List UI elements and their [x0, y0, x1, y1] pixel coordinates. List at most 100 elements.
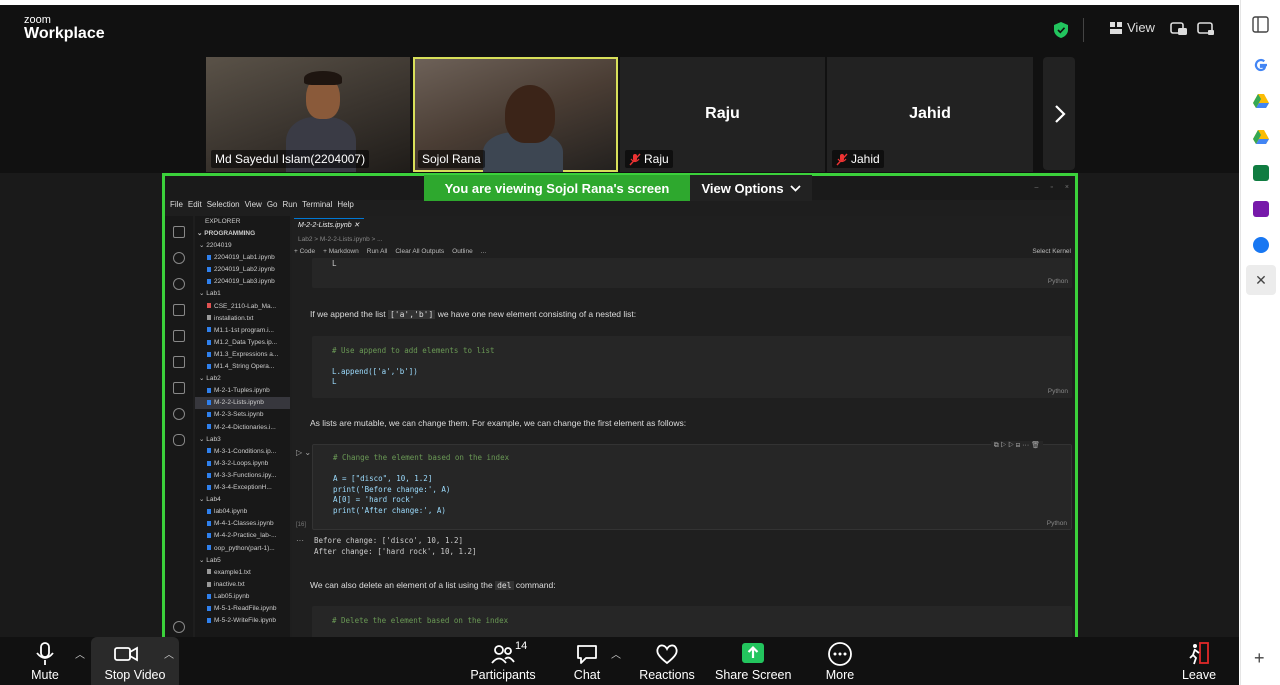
testing-icon[interactable] [173, 382, 185, 394]
video-tile-1[interactable]: Md Sayedul Islam(2204007) [206, 57, 410, 172]
google-drive-icon-2[interactable] [1253, 129, 1269, 144]
explorer-file[interactable]: M-4-2-Practice_lab-... [195, 530, 290, 542]
cell-language[interactable]: Python [1048, 388, 1068, 395]
menu-item-selection[interactable]: Selection [207, 200, 240, 214]
explorer-folder[interactable]: ⌄ 2204019 [195, 240, 290, 252]
explorer-file[interactable]: lab04.ipynb [195, 506, 290, 518]
menu-item-run[interactable]: Run [282, 200, 297, 214]
video-tile-2-active-speaker[interactable]: Sojol Rana [413, 57, 618, 172]
code-cell-append[interactable]: # Use append to add elements to list L.a… [312, 336, 1072, 398]
menu-item-view[interactable]: View [245, 200, 262, 214]
code-cell-delete[interactable]: # Delete the element based on the index [312, 606, 1072, 637]
explorer-icon[interactable] [173, 226, 185, 238]
code-cell-prev[interactable]: L Python [312, 258, 1072, 288]
markdown-cell-2[interactable]: As lists are mutable, we can change them… [310, 418, 686, 428]
source-control-icon[interactable] [173, 278, 185, 290]
code-cell-change[interactable]: ⧉ ▷ ▷ ⊟ ··· 🗑 Python # Change the elemen… [312, 441, 1072, 530]
explorer-file[interactable]: M1.2_Data Types.ip... [195, 337, 290, 349]
notebook-toolbar-item[interactable]: Outline [452, 248, 473, 255]
google-drive-icon[interactable] [1253, 93, 1269, 108]
menu-item-help[interactable]: Help [337, 200, 353, 214]
docker-icon[interactable] [173, 408, 185, 420]
explorer-file[interactable]: example1.txt [195, 567, 290, 579]
search-icon[interactable] [173, 252, 185, 264]
explorer-file[interactable]: M-3-1-Conditions.ip... [195, 446, 290, 458]
explorer-file[interactable]: inactive.txt [195, 579, 290, 591]
video-tile-4[interactable]: Jahid Jahid [827, 57, 1033, 172]
chat-button[interactable]: Chat [566, 637, 608, 685]
notebook-toolbar-item[interactable]: + Code [294, 248, 315, 255]
onenote-icon[interactable] [1253, 201, 1269, 217]
video-options-caret[interactable]: ︿ [164, 646, 174, 661]
explorer-file[interactable]: CSE_2110-Lab_Ma... [195, 301, 290, 313]
explorer-file[interactable]: M-2-2-Lists.ipynb [195, 397, 290, 410]
output-menu-icon[interactable]: ··· [296, 536, 304, 545]
notebook-toolbar-item[interactable]: + Markdown [323, 248, 359, 255]
account-icon[interactable] [173, 621, 185, 633]
excel-icon[interactable] [1253, 165, 1269, 181]
explorer-file[interactable]: M-2-3-Sets.ipynb [195, 409, 290, 421]
close-tab-icon[interactable]: ✕ [354, 222, 360, 229]
explorer-file[interactable]: M1.4_String Opera... [195, 361, 290, 373]
cell-language[interactable]: Python [1048, 278, 1068, 285]
next-page-button[interactable] [1043, 57, 1075, 170]
explorer-folder[interactable]: ⌄ Lab1 [195, 288, 290, 300]
python-icon[interactable] [173, 434, 185, 446]
workspace-name[interactable]: ⌄ PROGRAMMING [197, 228, 292, 240]
facebook-icon[interactable] [1253, 237, 1269, 253]
google-icon[interactable] [1253, 57, 1269, 73]
close-icon[interactable]: × [1065, 184, 1069, 191]
explorer-file[interactable]: M-3-2-Loops.ipynb [195, 458, 290, 470]
explorer-file[interactable]: M-2-4-Dictionaries.i... [195, 422, 290, 434]
chat-options-caret[interactable]: ︿ [611, 646, 621, 661]
run-debug-icon[interactable] [173, 304, 185, 316]
explorer-file[interactable]: 2204019_Lab2.ipynb [195, 264, 290, 276]
close-sidebar-app-icon[interactable]: ✕ [1246, 265, 1276, 295]
markdown-cell-1[interactable]: If we append the list ['a','b'] we have … [310, 309, 636, 319]
cell-toolbar[interactable]: ⧉ ▷ ▷ ⊟ ··· 🗑 [990, 441, 1043, 450]
menu-item-edit[interactable]: Edit [188, 200, 202, 214]
markdown-cell-3[interactable]: We can also delete an element of a list … [310, 580, 556, 590]
menu-item-file[interactable]: File [170, 200, 183, 214]
explorer-file[interactable]: oop_python(part-1)... [195, 543, 290, 555]
explorer-file[interactable]: 2204019_Lab1.ipynb [195, 252, 290, 264]
tab-notebook[interactable]: M-2-2-Lists.ipynb ✕ [294, 218, 364, 232]
view-button[interactable]: View [1110, 20, 1155, 35]
explorer-folder[interactable]: ⌄ Lab2 [195, 373, 290, 385]
stop-video-button[interactable]: Stop Video [91, 637, 179, 685]
explorer-file[interactable]: installation.txt [195, 313, 290, 325]
explorer-file[interactable]: M-3-3-Functions.ipy... [195, 470, 290, 482]
notebook-toolbar-item[interactable]: ... [481, 248, 486, 255]
select-kernel-button[interactable]: Select Kernel [1032, 248, 1071, 255]
extensions-icon[interactable] [173, 330, 185, 342]
explorer-file[interactable]: M1.3_Expressions a... [195, 349, 290, 361]
maximize-icon[interactable]: ▫ [1050, 184, 1052, 191]
audio-options-caret[interactable]: ︿ [75, 646, 85, 661]
video-tile-3[interactable]: Raju Raju [620, 57, 825, 172]
leave-button[interactable]: Leave [1180, 637, 1218, 685]
explorer-folder[interactable]: ⌄ Lab5 [195, 555, 290, 567]
sidebar-toggle-icon[interactable] [1252, 16, 1269, 33]
pip-icon[interactable] [1170, 20, 1188, 38]
add-sidebar-app-icon[interactable]: + [1254, 648, 1265, 669]
menu-item-go[interactable]: Go [267, 200, 278, 214]
reactions-button[interactable]: Reactions [636, 637, 698, 685]
minimize-icon[interactable]: – [1035, 184, 1039, 191]
menu-item-terminal[interactable]: Terminal [302, 200, 332, 214]
participants-button[interactable]: 14 Participants [468, 637, 538, 685]
explorer-folder[interactable]: ⌄ Lab3 [195, 434, 290, 446]
view-options-button[interactable]: View Options [690, 175, 812, 201]
notebook-toolbar-item[interactable]: Run All [367, 248, 388, 255]
run-cell-icon[interactable]: ▷ ⌄ [296, 448, 311, 457]
cell-language[interactable]: Python [1047, 520, 1067, 527]
share-screen-button[interactable]: Share Screen [715, 637, 791, 685]
explorer-file[interactable]: M-4-1-Classes.ipynb [195, 518, 290, 530]
explorer-file[interactable]: M-3-4-ExceptionH... [195, 482, 290, 494]
explorer-file[interactable]: Lab05.ipynb [195, 591, 290, 603]
security-shield-icon[interactable] [1054, 22, 1068, 38]
fullscreen-icon[interactable] [1197, 20, 1215, 38]
explorer-file[interactable]: M1.1-1st program.i... [195, 325, 290, 337]
more-button[interactable]: More [820, 637, 860, 685]
explorer-file[interactable]: M-2-1-Tuples.ipynb [195, 385, 290, 397]
explorer-file[interactable]: 2204019_Lab3.ipynb [195, 276, 290, 288]
